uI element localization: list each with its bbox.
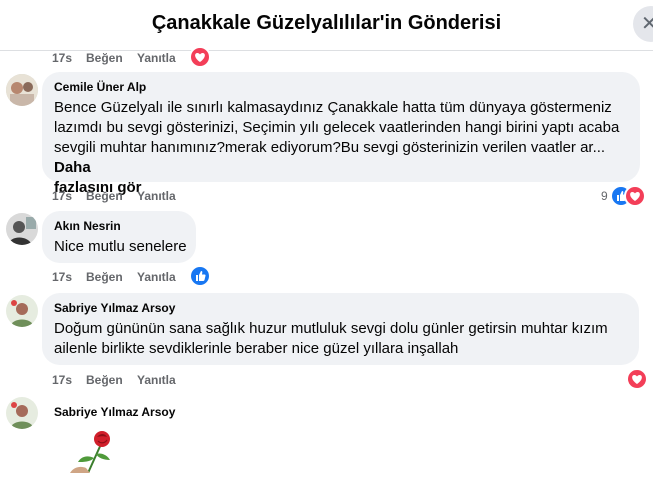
heart-icon[interactable] (626, 368, 648, 390)
comment-author[interactable]: Sabriye Yılmaz Arsoy (54, 405, 175, 419)
like-button[interactable]: Beğen (86, 373, 123, 387)
avatar[interactable] (6, 397, 38, 429)
comment-author[interactable]: Akın Nesrin (54, 219, 121, 233)
comment-line: Bence Güzelyalı ile sınırlı kalmasaydını… (54, 99, 612, 116)
comment-author[interactable]: Sabriye Yılmaz Arsoy (54, 301, 175, 315)
comment-line: Doğum gününün sana sağlık huzur mutluluk… (54, 320, 608, 337)
comment-time[interactable]: 17s (52, 51, 72, 65)
comment-line: sevgili muhtar hanımınız?merak ediyorum?… (54, 139, 606, 156)
reply-button[interactable]: Yanıtla (137, 189, 176, 203)
comment-text: Nice mutlu senelere (54, 237, 187, 257)
reply-button[interactable]: Yanıtla (137, 51, 176, 65)
comment-author[interactable]: Cemile Üner Alp (54, 80, 146, 94)
reaction-count[interactable]: 9 (601, 189, 608, 203)
comment-bubble: Cemile Üner Alp Bence Güzelyalı ile sını… (42, 72, 640, 196)
reply-button[interactable]: Yanıtla (137, 373, 176, 387)
heart-icon[interactable] (624, 185, 646, 207)
avatar[interactable] (6, 74, 38, 106)
comment-actions: 17s Beğen Yanıtla (52, 51, 252, 65)
comment-line: ailenle birlikte sevdiklerinle beraber n… (54, 340, 459, 357)
avatar[interactable] (6, 213, 38, 245)
comment-actions: 17s Beğen Yanıtla (52, 189, 252, 203)
see-more-link[interactable]: Daha (54, 159, 91, 176)
rose-sticker (68, 428, 118, 474)
comment-text: Doğum gününün sana sağlık huzur mutluluk… (54, 319, 634, 359)
reply-button[interactable]: Yanıtla (137, 270, 176, 284)
comment-bubble: Akın Nesrin Nice mutlu senelere (42, 211, 196, 263)
dialog-header: Çanakkale Güzelyalılılar'in Gönderisi ✕ (0, 0, 653, 51)
comment-line: lazımdı bu sevgi gösterinizi, Seçimin yı… (54, 119, 620, 136)
comment-line: Nice mutlu senelere (54, 238, 187, 255)
heart-reaction-icon[interactable] (189, 46, 211, 68)
dialog-title: Çanakkale Güzelyalılılar'in Gönderisi (151, 12, 502, 34)
close-icon: ✕ (641, 11, 653, 35)
like-icon[interactable] (189, 265, 211, 287)
like-button[interactable]: Beğen (86, 270, 123, 284)
comment-time[interactable]: 17s (52, 189, 72, 203)
like-button[interactable]: Beğen (86, 51, 123, 65)
comment-time[interactable]: 17s (52, 270, 72, 284)
comment-actions: 17s Beğen Yanıtla (52, 270, 252, 284)
comment-actions: 17s Beğen Yanıtla (52, 373, 252, 387)
comment-text: Bence Güzelyalı ile sınırlı kalmasaydını… (54, 98, 644, 198)
comment-time[interactable]: 17s (52, 373, 72, 387)
avatar[interactable] (6, 295, 38, 327)
comment-bubble: Sabriye Yılmaz Arsoy Doğum gününün sana … (42, 293, 639, 365)
like-button[interactable]: Beğen (86, 189, 123, 203)
